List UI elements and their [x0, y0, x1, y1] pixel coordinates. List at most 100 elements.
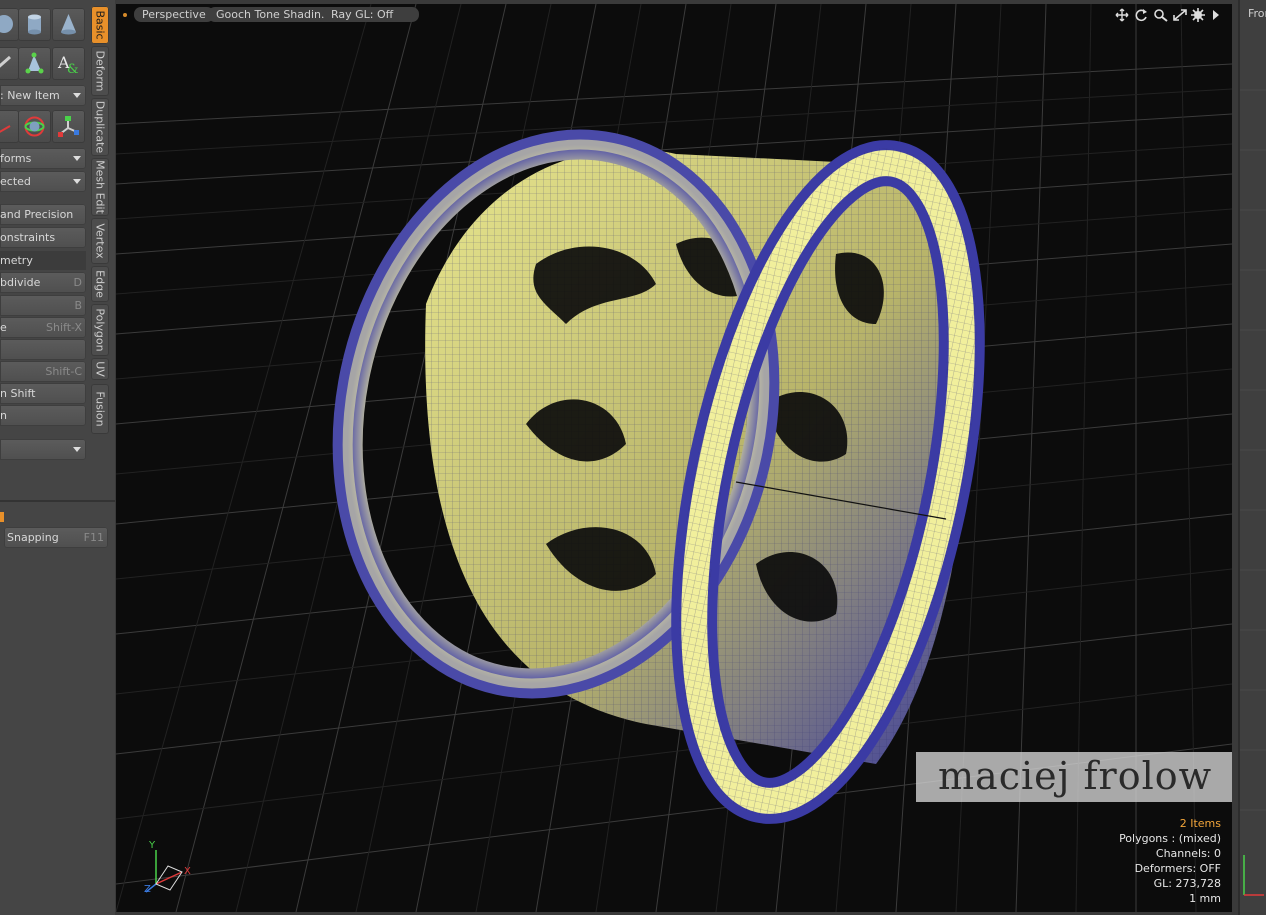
shift-c-tool-button[interactable]: Shift-C	[0, 361, 86, 382]
tab-edge[interactable]: Edge	[91, 266, 109, 302]
tab-vertex[interactable]: Vertex	[91, 218, 109, 264]
n-shift-button[interactable]: n Shift	[0, 383, 86, 404]
expand-icon[interactable]	[1208, 8, 1224, 22]
new-item-dropdown[interactable]: : New Item	[0, 85, 86, 106]
maximize-icon[interactable]	[1172, 8, 1188, 22]
front-view-grid	[1240, 89, 1266, 896]
snapping-accent	[0, 512, 4, 522]
tab-uv-label: UV	[93, 361, 107, 377]
constraints-label: onstraints	[0, 231, 56, 244]
item-count: 2 Items	[1179, 817, 1221, 830]
tab-fusion-label: Fusion	[93, 391, 107, 427]
transforms-dropdown[interactable]: forms	[0, 148, 86, 169]
bottom-dropdown[interactable]	[0, 439, 86, 460]
z-axis-label: Z	[144, 884, 151, 895]
watermark: maciej frolow	[916, 752, 1232, 802]
new-item-label: : New Item	[0, 89, 60, 102]
viewport-menu-dot[interactable]	[123, 13, 127, 17]
blank-tool-button[interactable]	[0, 339, 86, 360]
view-type-label: Perspective	[142, 8, 206, 21]
modeling-tools-row: A &	[0, 47, 88, 80]
left-tool-panel: A & : New Item forms ected and Precision …	[0, 0, 115, 915]
raygl-toggle[interactable]: Ray GL: Off	[323, 7, 419, 22]
ring-mesh	[332, 129, 985, 824]
axis-gizmo	[145, 850, 183, 893]
zoom-icon[interactable]	[1153, 8, 1169, 22]
shift-x-tool-button[interactable]: e Shift-X	[0, 317, 86, 338]
panel-divider	[0, 500, 115, 502]
tab-mesh-edit[interactable]: Mesh Edit	[91, 158, 109, 216]
tab-basic[interactable]: Basic	[91, 6, 109, 44]
shift-x-hotkey: Shift-X	[46, 321, 82, 334]
settings-icon[interactable]	[1190, 8, 1206, 22]
rotate-tool-icon[interactable]	[18, 110, 51, 143]
n-tool-label: n	[0, 409, 7, 422]
tab-edge-label: Edge	[93, 270, 107, 298]
snap-precision-label: and Precision	[0, 208, 74, 221]
chevron-down-icon	[73, 93, 81, 98]
chevron-down-icon	[73, 179, 81, 184]
chevron-down-icon	[73, 156, 81, 161]
polygon-info: Polygons : (mixed)	[1119, 832, 1221, 845]
tab-fusion[interactable]: Fusion	[91, 384, 109, 434]
tab-basic-label: Basic	[93, 10, 107, 40]
transforms-label: forms	[0, 152, 32, 165]
shading-label: Gooch Tone Shadin...	[216, 8, 332, 21]
n-tool-button[interactable]: n	[0, 405, 86, 426]
move-icon[interactable]	[1114, 8, 1130, 22]
cylinder-tool-icon[interactable]	[18, 8, 51, 41]
tab-deform-label: Deform	[93, 50, 107, 92]
channel-info: Channels: 0	[1155, 847, 1221, 860]
gl-info: GL: 273,728	[1153, 877, 1221, 890]
selected-label: ected	[0, 175, 31, 188]
snapping-toggle[interactable]: Snapping F11	[4, 527, 108, 548]
e-tool-label: e	[0, 321, 7, 334]
scale-tool-icon[interactable]	[52, 110, 85, 143]
text-tool-icon[interactable]: A &	[52, 47, 85, 80]
constraints-button[interactable]: onstraints	[0, 227, 86, 248]
tab-uv[interactable]: UV	[91, 358, 109, 380]
n-shift-label: n Shift	[0, 387, 36, 400]
sphere-tool-icon[interactable]	[0, 8, 19, 41]
chevron-down-icon	[73, 447, 81, 452]
tab-duplicate[interactable]: Duplicate	[91, 98, 109, 156]
pen-tool-icon[interactable]	[0, 47, 19, 80]
scene-info: 2 Items Polygons : (mixed) Channels: 0 D…	[1119, 816, 1221, 906]
cone-tool-icon[interactable]	[52, 8, 85, 41]
front-view-panel[interactable]: Fron	[1238, 0, 1266, 915]
snapping-hotkey: F11	[83, 531, 104, 544]
primitive-tools-row	[0, 8, 88, 41]
tab-duplicate-label: Duplicate	[93, 100, 107, 154]
unit-info: 1 mm	[1189, 892, 1221, 905]
subdivide-button[interactable]: bdivide D	[0, 272, 86, 293]
shift-c-hotkey: Shift-C	[45, 365, 82, 378]
shading-selector[interactable]: Gooch Tone Shadin...	[208, 7, 340, 22]
snapping-label: Snapping	[7, 531, 59, 544]
axis-tool-icon[interactable]	[0, 110, 19, 143]
tab-mesh-edit-label: Mesh Edit	[93, 160, 107, 214]
viewport-toolbar: Perspective Gooch Tone Shadin... Ray GL:…	[116, 7, 1232, 23]
raygl-label: Ray GL: Off	[331, 8, 394, 21]
x-axis-label: X	[184, 866, 191, 877]
b-tool-button[interactable]: B	[0, 295, 86, 316]
watermark-text: maciej frolow	[938, 754, 1213, 798]
svg-text:&: &	[67, 62, 79, 76]
view-type-selector[interactable]: Perspective	[134, 7, 214, 22]
y-axis-label: Y	[149, 840, 156, 851]
tab-polygon[interactable]: Polygon	[91, 304, 109, 356]
rotate-icon[interactable]	[1133, 8, 1149, 22]
subdivide-label: bdivide	[0, 276, 41, 289]
geometry-section-header[interactable]: metry	[0, 251, 86, 270]
tab-vertex-label: Vertex	[93, 223, 107, 259]
3d-viewport[interactable]: Y X Z Perspective Gooch Tone Shadin... R…	[116, 4, 1232, 912]
tab-deform[interactable]: Deform	[91, 46, 109, 96]
selected-dropdown[interactable]: ected	[0, 171, 86, 192]
geometry-header-label: metry	[0, 254, 33, 267]
deformer-info: Deformers: OFF	[1134, 862, 1221, 875]
snap-precision-button[interactable]: and Precision	[0, 204, 86, 225]
transform-tools-row	[0, 110, 88, 143]
b-hotkey: B	[74, 299, 82, 312]
tab-polygon-label: Polygon	[93, 308, 107, 352]
subdivide-hotkey: D	[73, 276, 82, 289]
bend-tool-icon[interactable]	[18, 47, 51, 80]
